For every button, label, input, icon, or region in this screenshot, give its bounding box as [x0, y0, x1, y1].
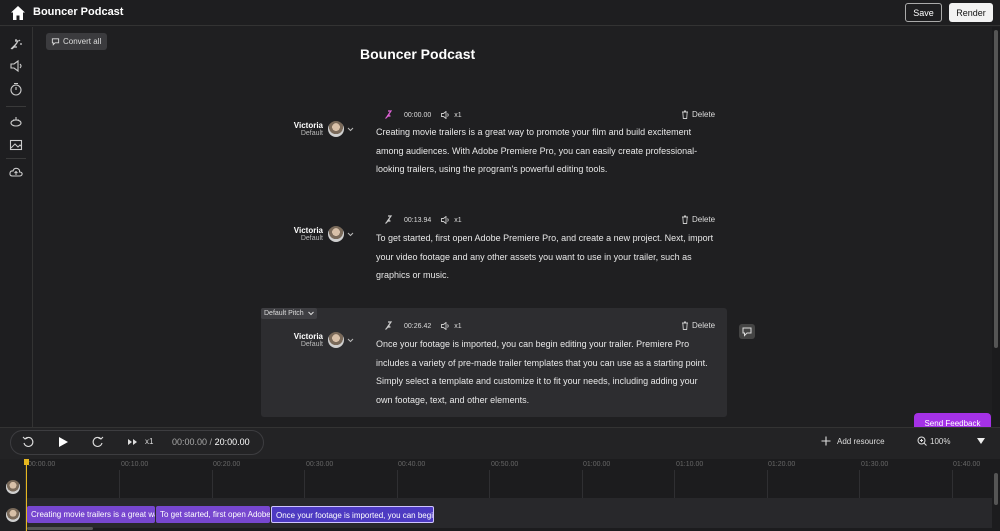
- avatar[interactable]: [328, 226, 344, 242]
- timeline-vertical-scrollbar[interactable]: [994, 473, 998, 505]
- speed-icon[interactable]: [127, 436, 139, 448]
- plus-icon: [821, 436, 831, 446]
- mixer-icon[interactable]: [9, 115, 23, 129]
- add-resource-label: Add resource: [837, 436, 885, 446]
- block-text[interactable]: Creating movie trailers is a great way t…: [376, 123, 716, 179]
- chat-bubble-icon: [51, 38, 60, 46]
- delete-label: Delete: [692, 321, 716, 330]
- zoom-label: 100%: [930, 436, 951, 446]
- ruler-tick: 00:40.00: [398, 461, 426, 468]
- chevron-down-icon[interactable]: [347, 337, 354, 344]
- chat-bubble-icon: [742, 327, 752, 337]
- delete-label: Delete: [692, 215, 716, 224]
- editor-scroll-thumb[interactable]: [994, 30, 998, 348]
- trash-icon: [682, 215, 688, 224]
- speaker-name[interactable]: Victoria: [263, 121, 323, 130]
- avatar[interactable]: [328, 332, 344, 348]
- render-button[interactable]: Render: [949, 3, 993, 22]
- ruler-tick: 00:50.00: [491, 461, 519, 468]
- speaker-icon[interactable]: [9, 59, 23, 73]
- ruler-tick: 00:00.00: [28, 461, 56, 468]
- timeline-clip[interactable]: Creating movie trailers is a great way t…: [27, 506, 155, 523]
- speaker-style: Default: [300, 130, 323, 137]
- zoom-control[interactable]: 100%: [917, 436, 950, 446]
- block-rate[interactable]: x1: [454, 112, 461, 119]
- block-rate[interactable]: x1: [454, 217, 461, 224]
- zoom-icon: [917, 436, 927, 446]
- speaker-name[interactable]: Victoria: [263, 332, 323, 341]
- trash-icon: [682, 321, 688, 330]
- play-icon[interactable]: [57, 436, 69, 448]
- avatar[interactable]: [6, 480, 20, 494]
- playhead[interactable]: [26, 459, 27, 531]
- chevron-down-icon[interactable]: [347, 231, 354, 238]
- left-sidebar: [0, 27, 33, 427]
- home-icon[interactable]: [10, 5, 26, 21]
- ruler-tick: 00:30.00: [306, 461, 334, 468]
- speaker-icon[interactable]: [441, 216, 450, 224]
- speaker-style: Default: [300, 235, 323, 242]
- comment-button[interactable]: [739, 324, 755, 339]
- send-feedback-button[interactable]: Send Feedback: [914, 413, 991, 427]
- ruler-tick: 01:30.00: [861, 461, 889, 468]
- convert-all-button[interactable]: Convert all: [46, 33, 107, 50]
- chevron-down-icon[interactable]: [347, 126, 354, 133]
- current-time: 00:00.00: [172, 437, 208, 447]
- total-time: 20:00.00: [214, 437, 250, 447]
- ruler-tick: 01:40.00: [953, 461, 981, 468]
- convert-all-label: Convert all: [63, 37, 102, 46]
- delete-label: Delete: [692, 110, 716, 119]
- delete-button[interactable]: Delete: [681, 215, 715, 224]
- voice-magic-icon[interactable]: [9, 37, 23, 51]
- ruler-tick: 01:00.00: [583, 461, 611, 468]
- speaker-icon[interactable]: [441, 111, 450, 119]
- chevron-down-icon[interactable]: [977, 438, 985, 444]
- block-rate[interactable]: x1: [454, 323, 461, 330]
- ruler-tick: 01:10.00: [676, 461, 704, 468]
- default-pitch-dropdown[interactable]: Default Pitch: [261, 308, 317, 319]
- playback-rate[interactable]: x1: [145, 437, 153, 446]
- block-text[interactable]: To get started, first open Adobe Premier…: [376, 229, 716, 285]
- timer-icon[interactable]: [9, 82, 23, 96]
- delete-button[interactable]: Delete: [681, 321, 715, 330]
- block-time: 00:26.42: [404, 322, 432, 330]
- save-button[interactable]: Save: [905, 3, 942, 22]
- avatar[interactable]: [328, 121, 344, 137]
- block-time: 00:00.00: [404, 111, 432, 119]
- time-readout: 00:00.00 / 20:00.00: [172, 437, 250, 447]
- block-text[interactable]: Once your footage is imported, you can b…: [376, 335, 716, 409]
- timeline-clip[interactable]: To get started, first open Adobe Premier…: [156, 506, 270, 523]
- image-icon[interactable]: [9, 138, 23, 152]
- trash-icon: [682, 110, 688, 119]
- top-bar: Bouncer Podcast Save Render: [0, 0, 1000, 26]
- time-separator: /: [207, 437, 215, 447]
- sidebar-divider: [6, 158, 26, 159]
- playhead-handle[interactable]: [24, 459, 29, 465]
- timeline-clip[interactable]: Once your footage is imported, you can b…: [271, 506, 434, 523]
- forward-icon[interactable]: [92, 436, 104, 448]
- block-time: 00:13.94: [404, 216, 432, 224]
- default-pitch-label: Default Pitch: [264, 310, 304, 317]
- ruler-tick: 00:20.00: [213, 461, 241, 468]
- document-title[interactable]: Bouncer Podcast: [360, 46, 475, 62]
- timeline-horizontal-scrollbar[interactable]: [27, 527, 93, 530]
- rewind-icon[interactable]: [22, 436, 34, 448]
- sidebar-divider: [6, 106, 26, 107]
- voice-magic-icon[interactable]: [384, 215, 394, 225]
- chevron-down-icon: [307, 311, 314, 316]
- delete-button[interactable]: Delete: [681, 110, 715, 119]
- speaker-name[interactable]: Victoria: [263, 226, 323, 235]
- ruler-tick: 00:10.00: [121, 461, 149, 468]
- voice-magic-icon[interactable]: [384, 110, 394, 120]
- add-resource-button[interactable]: Add resource: [821, 436, 885, 446]
- speaker-style: Default: [300, 341, 323, 348]
- app-title: Bouncer Podcast: [33, 6, 124, 18]
- avatar[interactable]: [6, 508, 20, 522]
- speaker-icon[interactable]: [441, 322, 450, 330]
- cloud-upload-icon[interactable]: [9, 165, 23, 179]
- voice-magic-icon[interactable]: [384, 321, 394, 331]
- ruler-tick: 01:20.00: [768, 461, 796, 468]
